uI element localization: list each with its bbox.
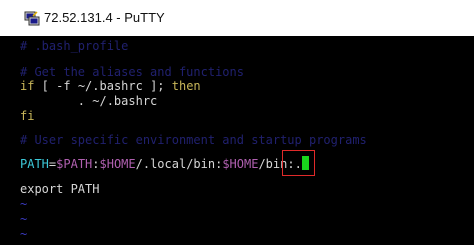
annotation-highlight-box [282,150,315,176]
terminal-line-export: export PATH [20,181,99,198]
if-bracket-close: ]; [142,79,172,93]
keyword-then: then [171,79,201,93]
empty-line-marker: ~ [20,212,28,226]
if-bracket-open: [ [34,79,57,93]
if-condition: -f ~/.bashrc [56,79,143,93]
window-title: 72.52.131.4 - PuTTY [44,10,165,25]
comment-aliases: # Get the aliases and functions [20,65,244,79]
keyword-fi: fi [20,109,35,123]
terminal-line-6: # User specific environment and startup … [20,132,367,149]
empty-line-marker: ~ [20,197,28,211]
keyword-if: if [20,79,35,93]
putty-window: 72.52.131.4 - PuTTY # .bash_profile # Ge… [0,0,474,245]
terminal-line-4: . ~/.bashrc [20,93,157,110]
source-bashrc: . ~/.bashrc [20,94,158,108]
comment-bash-profile: # .bash_profile [20,39,129,53]
terminal-line-path: PATH=$PATH:$HOME/.local/bin:$HOME/bin:. [20,156,309,173]
putty-terminal-icon [24,11,40,26]
terminal-line-1: # .bash_profile [20,38,128,55]
export-path: export PATH [20,182,100,196]
tilde-line-3: ~ [20,226,27,243]
empty-line-marker: ~ [20,227,28,241]
path-ref-path: $PATH [56,157,93,171]
path-local-bin: /.local/bin: [135,157,223,171]
terminal-line-5: fi [20,108,34,125]
title-bar[interactable]: 72.52.131.4 - PuTTY [0,0,474,36]
path-ref-home-2: $HOME [222,157,259,171]
path-variable-name: PATH [20,157,49,171]
path-ref-home-1: $HOME [99,157,136,171]
path-colon: : [92,157,100,171]
comment-environment: # User specific environment and startup … [20,133,367,147]
terminal-area[interactable]: # .bash_profile # Get the aliases and fu… [0,36,474,245]
